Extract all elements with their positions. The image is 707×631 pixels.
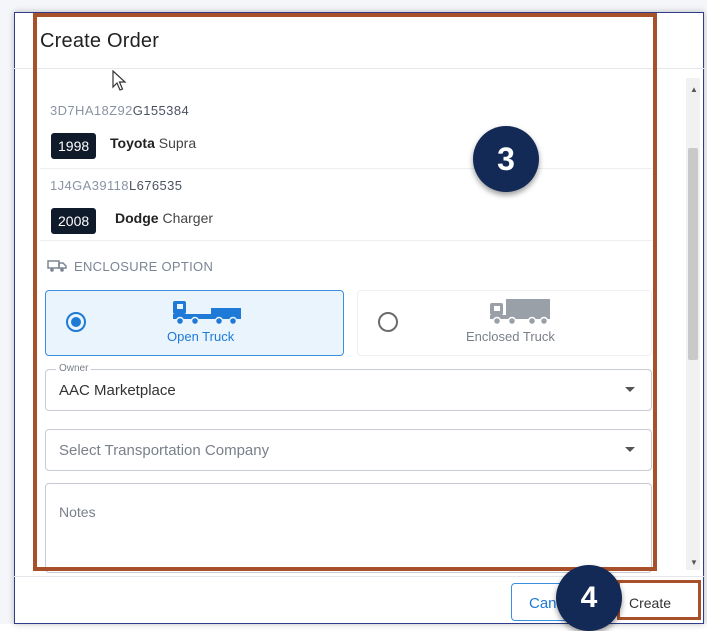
chevron-down-icon[interactable] [625,387,635,392]
truck-icon [47,259,67,278]
year-badge: 1998 [51,133,97,159]
year-badge: 2008 [51,208,97,234]
radio-enclosed-truck[interactable] [378,312,398,332]
option-enclosed-truck[interactable]: Enclosed Truck [357,290,652,356]
create-button[interactable]: Create [620,583,700,621]
enclosure-option-label: ENCLOSURE OPTION [74,259,214,274]
owner-value: AAC Marketplace [59,382,176,399]
radio-open-truck[interactable] [66,312,86,332]
scroll-up-arrow-icon[interactable]: ▲ [690,85,698,94]
mouse-cursor-icon [112,69,128,97]
title-divider [14,68,704,69]
vehicle-vin: 3D7HA18Z92G155384 [50,103,190,118]
step-4-callout: 4 [556,565,622,631]
open-truck-label: Open Truck [167,329,235,344]
scroll-down-arrow-icon[interactable]: ▼ [690,558,698,567]
notes-placeholder: Notes [59,504,96,520]
transportation-company-select[interactable]: Select Transportation Company [45,429,652,471]
step-3-callout: 3 [473,126,539,192]
scrollbar-thumb[interactable] [688,148,698,360]
row-divider [40,168,652,169]
row-divider [40,240,652,241]
option-open-truck[interactable]: Open Truck [45,290,344,356]
chevron-down-icon[interactable] [625,447,635,452]
owner-legend: Owner [56,363,92,374]
notes-textarea[interactable]: Notes [45,483,652,573]
dialog-title: Create Order [40,30,160,52]
enclosed-truck-label: Enclosed Truck [466,329,555,344]
open-truck-icon [171,297,243,332]
vehicle-name: Dodge Charger [115,210,214,226]
vehicle-vin: 1J4GA39118L676535 [50,178,183,193]
vehicle-name: Toyota Supra [110,135,197,151]
enclosed-truck-icon [488,297,552,332]
transportation-company-placeholder: Select Transportation Company [59,442,270,459]
owner-select[interactable]: Owner AAC Marketplace [45,363,652,411]
